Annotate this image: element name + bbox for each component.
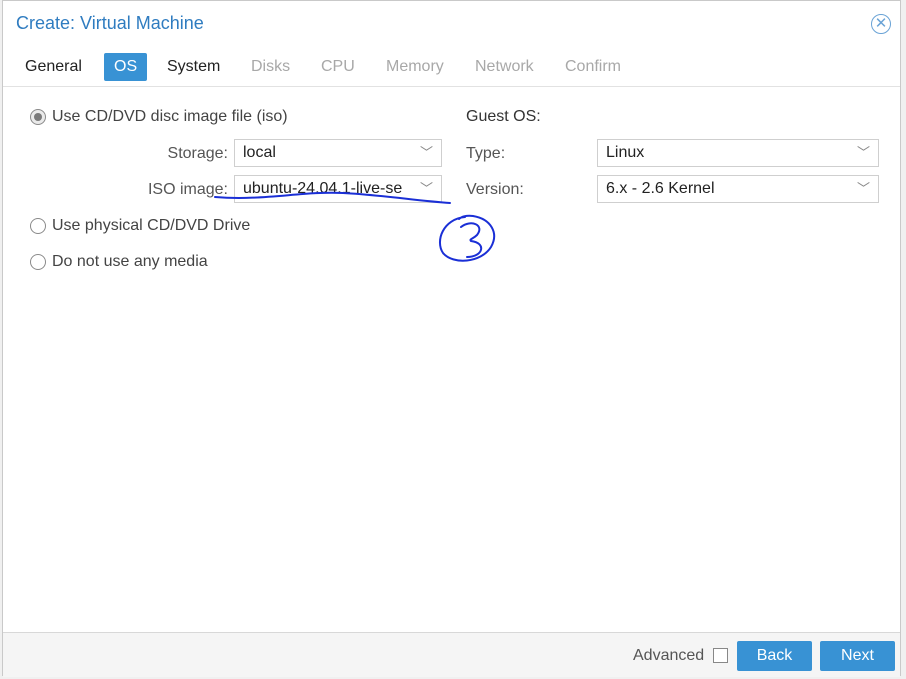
advanced-checkbox[interactable] — [713, 648, 728, 663]
storage-value: local — [243, 144, 276, 161]
storage-select[interactable]: local ﹀ — [234, 139, 442, 167]
os-type-select[interactable]: Linux ﹀ — [597, 139, 879, 167]
dialog-footer: Advanced Back Next — [3, 632, 900, 677]
next-button[interactable]: Next — [820, 641, 895, 671]
chevron-down-icon: ﹀ — [856, 181, 870, 196]
tab-network: Network — [475, 58, 534, 75]
chevron-down-icon: ﹀ — [419, 181, 433, 196]
no-media-radio[interactable] — [30, 254, 46, 270]
physical-drive-label: Use physical CD/DVD Drive — [52, 217, 251, 234]
tab-system[interactable]: System — [157, 53, 230, 81]
tab-os[interactable]: OS — [104, 53, 148, 81]
create-vm-dialog: Create: Virtual Machine ✕ General OS Sys… — [2, 0, 901, 677]
storage-label: Storage: — [167, 145, 228, 162]
tab-memory: Memory — [386, 58, 444, 75]
no-media-label: Do not use any media — [52, 253, 208, 270]
tab-divider — [3, 86, 900, 87]
os-version-select[interactable]: 6.x - 2.6 Kernel ﹀ — [597, 175, 879, 203]
close-icon[interactable]: ✕ — [871, 14, 891, 34]
os-version-label: Version: — [466, 181, 524, 198]
iso-image-value: ubuntu-24.04.1-live-se — [243, 180, 403, 197]
iso-image-select[interactable]: ubuntu-24.04.1-live-se ﹀ — [234, 175, 442, 203]
tab-confirm: Confirm — [565, 58, 622, 75]
tab-general[interactable]: General — [15, 53, 92, 81]
os-type-value: Linux — [606, 144, 645, 161]
tab-disks: Disks — [251, 58, 291, 75]
chevron-down-icon: ﹀ — [419, 145, 433, 160]
dialog-title: Create: Virtual Machine — [16, 13, 204, 33]
advanced-label: Advanced — [633, 647, 705, 664]
os-type-label: Type: — [466, 145, 506, 162]
iso-option-label: Use CD/DVD disc image file (iso) — [52, 108, 288, 125]
chevron-down-icon: ﹀ — [856, 145, 870, 160]
handwritten-annotation — [214, 191, 496, 262]
guest-os-heading: Guest OS: — [466, 108, 541, 125]
physical-drive-radio[interactable] — [30, 218, 46, 234]
os-version-value: 6.x - 2.6 Kernel — [606, 180, 715, 197]
back-button[interactable]: Back — [737, 641, 812, 671]
iso-radio[interactable] — [30, 109, 46, 125]
iso-image-label: ISO image: — [147, 181, 228, 198]
tab-cpu: CPU — [321, 58, 355, 75]
